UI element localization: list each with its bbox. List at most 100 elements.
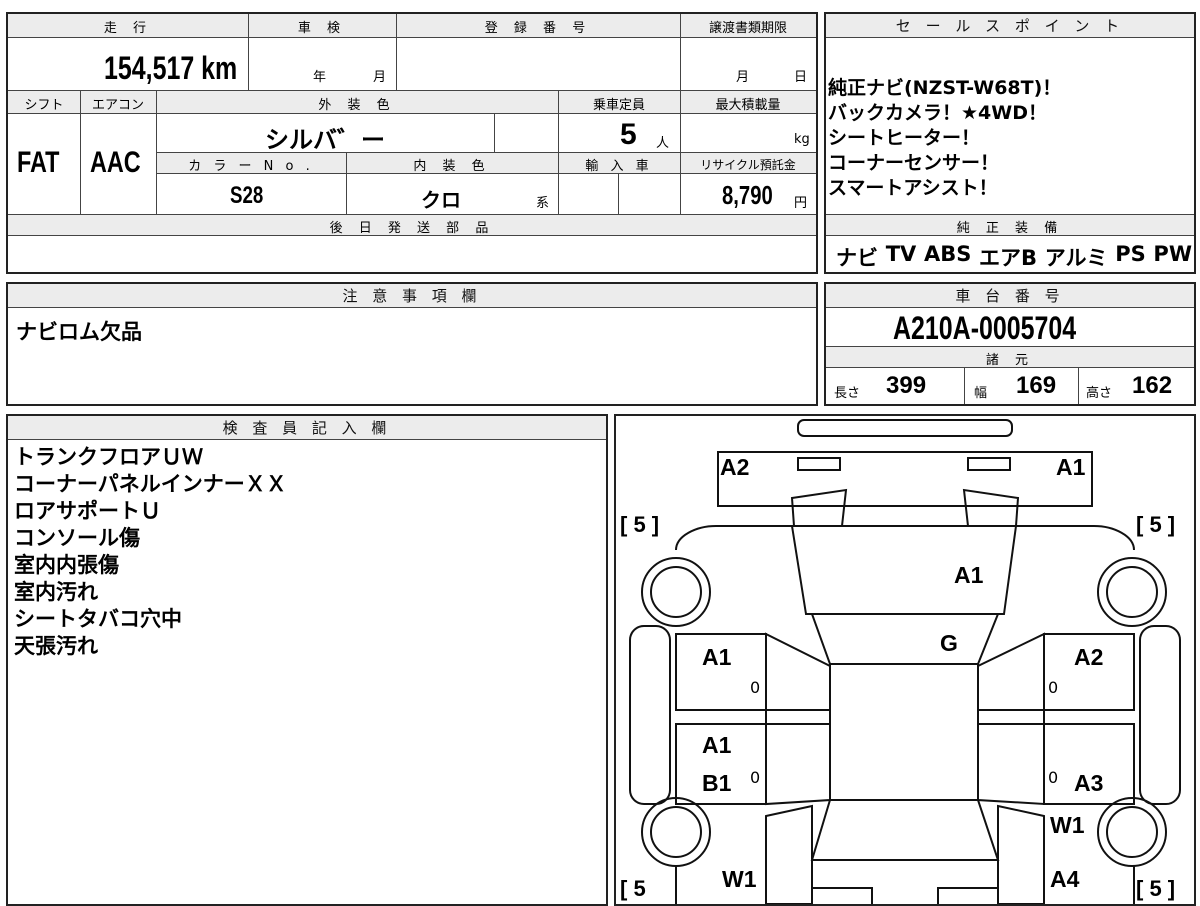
recycle-unit: 円 [794,196,808,211]
shift-value: FAT [8,146,80,180]
capacity-unit: 人 [656,136,670,151]
mileage-number: 154,517 [104,50,195,86]
inspector-list: トランクフロアＵＷ コーナーパネルインナーＸＸ ロアサポートＵ コンソール傷 室… [14,444,287,660]
sales-point-line: スマートアシスト！ [828,177,998,199]
later-parts-header: 後 日 発 送 部 品 [329,221,495,236]
inspection-year: 年 [313,70,327,85]
capacity-header: 乗車定員 [592,98,645,113]
inspector-line: ロアサポートＵ [14,499,161,523]
grade-trunk: A1 [954,562,984,588]
grade-rear-left: A2 [720,454,750,480]
height-value: 162 [1132,372,1173,399]
mileage-unit: km [201,50,238,86]
sales-points-header: セ ー ル ス ポ イ ン ト [826,14,1194,38]
vehicle-info-table: 走 行 車 検 登 録 番 号 譲渡書類期限 154,517 km 年 月 月 … [6,12,818,274]
color-no-header: カ ラ ー N o . [188,159,314,174]
inspector-line: コーナーパネルインナーＸＸ [14,472,287,496]
grade-right-front-door: W1 [1050,812,1085,838]
interior-color-value: クロ [421,188,461,212]
inspector-header: 検 査 員 記 入 欄 [8,416,606,440]
door-mark: 0 [1048,678,1059,697]
recycle-number: 8,790 [722,180,773,210]
length-value: 399 [886,372,927,399]
height-label: 高さ [1086,386,1113,401]
grade-right-front-fender: A4 [1050,866,1080,892]
transfer-month: 月 [736,70,750,85]
registration-header: 登 録 番 号 [484,21,592,36]
recycle-value: 8,790 [722,180,787,211]
recycle-header: リサイクル預託金 [700,158,796,172]
max-load-unit: kg [794,132,810,147]
tire-tread-rear-left: [ 5 ] [620,512,660,537]
equipment-item: PS [1115,242,1146,266]
interior-color-header: 内 装 色 [413,159,491,174]
grade-roof: G [940,630,958,656]
specs-header: 諸 元 [985,353,1035,368]
notes-panel: 注 意 事 項 欄 ナビロム欠品 [6,282,818,406]
equipment-item: TV [885,242,917,266]
equipment-header: 純 正 装 備 [956,221,1064,236]
tire-tread-rear-right: [ 5 ] [1136,512,1176,537]
equipment-item: PW [1153,242,1192,266]
grade-rear-right: A1 [1056,454,1086,480]
grade-left-sill: B1 [702,770,732,796]
import-header: 輸 入 車 [585,159,653,174]
inspector-line: 室内内張傷 [14,553,119,577]
color-no-value: S28 [156,182,346,210]
interior-color-suffix: 系 [536,196,550,211]
chassis-number: A210A-0005704 [892,310,1076,346]
sales-point-line: バックカメラ！★4WD！ [828,102,1047,124]
grade-left-rear-door: A1 [702,644,732,670]
inspector-line: 室内汚れ [14,580,98,604]
door-mark: 0 [1048,768,1059,787]
sales-point-line: 純正ナビ(NZST-W68T)！ [828,77,1062,99]
shift-header: シフト [24,98,64,113]
chassis-value: A210A-0005704 [826,310,1194,347]
chassis-panel: 車 台 番 号 A210A-0005704 諸 元 長さ 399 幅 169 高… [824,282,1196,406]
grade-right-rear-door: A2 [1074,644,1104,670]
length-label: 長さ [834,386,861,401]
inspector-line: シートタバコ穴中 [14,607,182,631]
exterior-color-value: シルバ゛ー [265,127,385,154]
grade-right-sill: A3 [1074,770,1104,796]
inspection-month: 月 [373,70,387,85]
sales-point-line: シートヒーター！ [828,127,981,149]
transfer-day: 日 [794,70,808,85]
mileage-header: 走 行 [103,21,153,36]
width-label: 幅 [974,386,988,401]
grade-left-front-door: A1 [702,732,732,758]
equipment-item: アルミ [1044,246,1108,270]
inspector-panel: 検 査 員 記 入 欄 トランクフロアＵＷ コーナーパネルインナーＸＸ ロアサポ… [6,414,608,906]
shift-text: FAT [16,146,60,179]
exterior-color-header: 外 装 色 [318,98,396,113]
max-load-header: 最大積載量 [715,98,781,113]
damage-diagram-panel: [ 5 ] [ 5 ] [ 5 [ 5 ] A2 A1 A1 G A1 A1 B… [614,414,1196,906]
aircon-text: AAC [89,146,141,179]
tire-tread-front-right: [ 5 ] [1136,876,1176,901]
transfer-deadline-header: 譲渡書類期限 [708,21,787,36]
width-value: 169 [1016,372,1057,399]
notes-header: 注 意 事 項 欄 [8,284,816,308]
equipment-item: ABS [923,242,972,266]
sales-point-line: コーナーセンサー！ [828,152,1000,174]
inspector-line: トランクフロアＵＷ [14,445,203,469]
color-no-text: S28 [229,182,263,209]
mileage-value: 154,517 km [104,50,275,87]
capacity-value: 5 [620,118,637,151]
tire-tread-front-left: [ 5 [620,876,646,901]
sales-points-list: 純正ナビ(NZST-W68T)！ バックカメラ！★4WD！ シートヒーター！ コ… [828,76,1061,201]
door-mark: 0 [750,768,761,787]
aircon-header: エアコン [91,98,144,113]
inspector-line: 天張汚れ [14,634,98,658]
door-mark: 0 [750,678,761,697]
equipment-item: ナビ [836,246,878,270]
aircon-value: AAC [84,146,160,180]
notes-text: ナビロム欠品 [16,320,142,344]
equipment-item: エアB [979,246,1038,270]
sales-points-panel: セ ー ル ス ポ イ ン ト 純正ナビ(NZST-W68T)！ バックカメラ！… [824,12,1196,274]
inspector-line: コンソール傷 [14,526,140,550]
chassis-header: 車 台 番 号 [826,284,1194,308]
inspection-header: 車 検 [297,21,347,36]
equipment-list: ナビ TV ABS エアB アルミ PS PW [836,242,1192,272]
grade-left-front-fender: W1 [722,866,757,892]
